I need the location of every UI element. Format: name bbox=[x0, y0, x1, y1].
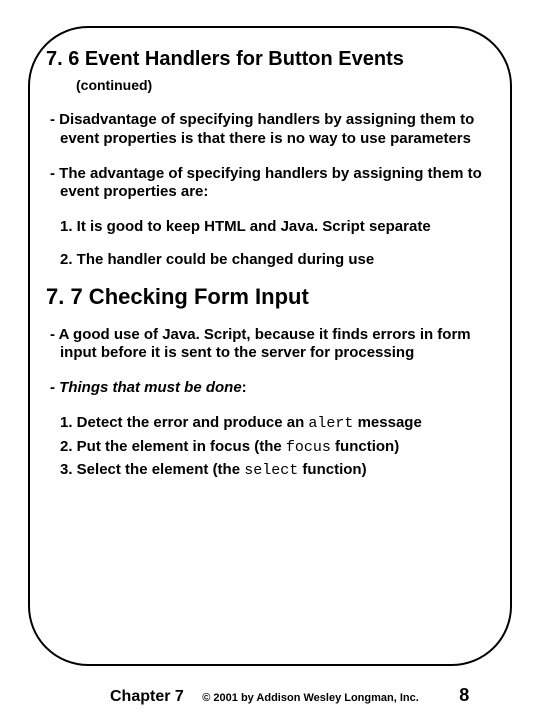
good-use-text: - A good use of Java. Script, because it… bbox=[50, 326, 494, 364]
advantage-point-2: 2. The handler could be changed during u… bbox=[60, 251, 494, 270]
step-3-a: 3. Select the element (the bbox=[60, 461, 244, 478]
page-number: 8 bbox=[459, 685, 469, 706]
slide-frame: 7. 6 Event Handlers for Button Events (c… bbox=[28, 26, 512, 666]
section-7-7-title: 7. 7 Checking Form Input bbox=[46, 284, 494, 310]
footer: Chapter 7 © 2001 by Addison Wesley Longm… bbox=[0, 685, 540, 706]
step-1-code: alert bbox=[308, 415, 353, 432]
step-1-b: message bbox=[353, 414, 421, 431]
disadvantage-text: - Disadvantage of specifying handlers by… bbox=[50, 111, 494, 149]
step-3: 3. Select the element (the select functi… bbox=[60, 461, 494, 481]
must-be-done-line: - Things that must be done: bbox=[50, 379, 494, 398]
advantage-intro: - The advantage of specifying handlers b… bbox=[50, 165, 494, 203]
step-2-a: 2. Put the element in focus (the bbox=[60, 438, 286, 455]
step-2: 2. Put the element in focus (the focus f… bbox=[60, 438, 494, 458]
must-label: Things that must be done bbox=[59, 379, 242, 396]
step-1-a: 1. Detect the error and produce an bbox=[60, 414, 308, 431]
step-1: 1. Detect the error and produce an alert… bbox=[60, 414, 494, 434]
advantage-point-1: 1. It is good to keep HTML and Java. Scr… bbox=[60, 218, 494, 237]
chapter-label: Chapter 7 bbox=[110, 688, 184, 706]
must-suffix: : bbox=[242, 379, 247, 396]
section-7-6-title: 7. 6 Event Handlers for Button Events bbox=[46, 48, 494, 71]
must-prefix: - bbox=[50, 379, 59, 396]
continued-label: (continued) bbox=[76, 77, 494, 93]
step-2-code: focus bbox=[286, 439, 331, 456]
step-3-b: function) bbox=[298, 461, 366, 478]
step-2-b: function) bbox=[331, 438, 399, 455]
step-3-code: select bbox=[244, 462, 298, 479]
copyright-text: © 2001 by Addison Wesley Longman, Inc. bbox=[202, 692, 419, 704]
